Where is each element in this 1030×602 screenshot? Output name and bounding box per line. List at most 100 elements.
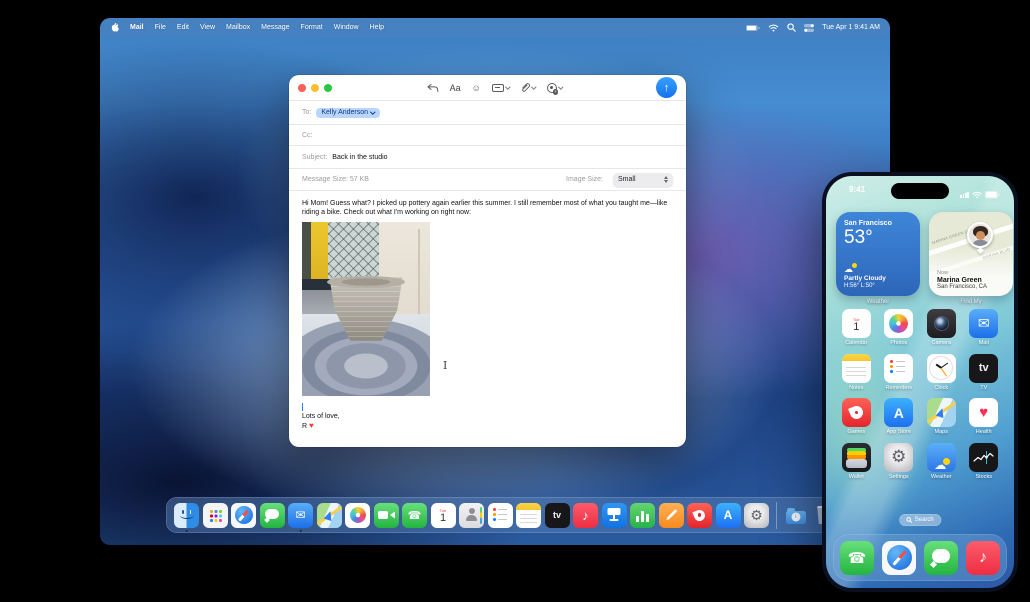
open-indicator-dot [299,529,302,532]
dock-pages-icon[interactable] [658,502,684,528]
apple-logo-icon[interactable] [110,22,119,33]
app-notes[interactable]: Notes [841,353,871,391]
menu-item-window[interactable]: Window [334,24,359,31]
undo-icon[interactable] [426,83,439,93]
app-clock[interactable]: Clock [926,353,956,391]
heart-emoji: ♥ [309,420,314,430]
attach-file-button[interactable] [520,82,537,93]
subject-label: Subject: [302,153,328,161]
app-mail[interactable]: ✉ Mail [969,309,999,346]
dock-settings-icon[interactable]: ⚙ [744,502,769,528]
menu-item-mail[interactable]: Mail [130,24,144,31]
recipient-name: Kelly Anderson [321,109,369,116]
cc-field-row[interactable]: Cc: [289,124,686,145]
image-size-select[interactable]: Small [613,172,673,187]
cc-label: Cc: [302,131,313,139]
app-games[interactable]: Games [841,398,871,435]
dock-notes-icon[interactable] [516,502,541,528]
menu-item-message[interactable]: Message [261,24,289,31]
image-size-value: Small [618,176,636,183]
app-settings[interactable]: ⚙ Settings [884,442,914,480]
screenshot-canvas: Mail File Edit View Mailbox Message Form… [0,0,1030,602]
menu-bar: Mail File Edit View Mailbox Message Form… [100,18,890,37]
dock-contacts-icon[interactable] [459,502,484,528]
dynamic-island [891,183,949,199]
dock-tv-icon[interactable]: tv [544,502,570,528]
mail-compose-window: Aa ☺ ↑ To: Kelly Anderson [289,75,686,447]
menu-item-file[interactable]: File [155,24,166,31]
subject-field-row[interactable]: Subject: Back in the studio [289,145,686,168]
pottery-photo-attachment[interactable] [302,222,430,396]
dock-downloads-folder-icon[interactable] [783,503,808,528]
app-camera[interactable]: Camera [926,309,956,346]
dock-launchpad-icon[interactable] [202,502,228,528]
search-icon[interactable] [787,23,797,32]
dock: ✉ ☎ Tue 1 tv ♪ A ⚙ ↓ [166,497,842,533]
header-fields-button[interactable] [491,83,511,92]
battery-icon[interactable] [746,24,760,32]
dock-photos-icon[interactable] [345,502,370,528]
iphone-dock-messages-icon[interactable] [924,540,958,575]
cellular-signal-icon [960,192,969,198]
dock-safari-icon[interactable] [231,502,256,528]
wifi-icon [972,186,982,204]
iphone-dock-music-icon[interactable]: ♪ [966,540,1000,575]
app-appstore[interactable]: A App Store [884,398,914,435]
findmy-widget[interactable]: MARINA GREEN DR MARINA BLVD Now Marina G… [929,212,1013,296]
recipient-pill[interactable]: Kelly Anderson [316,107,380,118]
weather-widget[interactable]: San Francisco 53° ☁ Partly Cloudy H:56° … [836,212,920,296]
dock-separator [775,501,777,529]
minimize-window-button[interactable] [311,83,319,92]
dock-messages-icon[interactable] [259,502,285,528]
dock-games-icon[interactable] [687,502,712,528]
wifi-icon[interactable] [768,24,779,32]
text-insertion-caret [302,403,303,411]
insert-photo-button[interactable] [546,82,564,95]
battery-icon [985,186,1000,204]
iphone-screen: 9:41 San Francisco 53° ☁ Partly Cloudy H… [826,176,1014,588]
zoom-window-button[interactable] [324,83,332,92]
control-center-icon[interactable] [804,23,815,32]
home-search-pill[interactable]: Search [899,514,941,526]
app-wallet[interactable]: Wallet [841,442,871,480]
compose-toolbar: Aa ☺ ↑ [289,75,686,100]
dock-mail-icon[interactable]: ✉ [288,502,313,532]
menu-item-mailbox[interactable]: Mailbox [226,24,250,31]
menu-item-view[interactable]: View [200,24,215,31]
paperclip-icon [522,83,531,92]
dock-reminders-icon[interactable] [487,502,513,528]
dock-phone-icon[interactable]: ☎ [402,502,427,528]
message-body[interactable]: Hi Mom! Guess what? I picked up pottery … [289,190,686,430]
menu-item-edit[interactable]: Edit [177,24,189,31]
app-reminders[interactable]: Reminders [884,353,914,391]
iphone-dock-safari-icon[interactable] [882,540,916,575]
iphone-dock-phone-icon[interactable]: ☎ [840,540,874,575]
app-maps[interactable]: Maps [926,398,956,435]
dock-calendar-icon[interactable]: Tue 1 [430,502,456,528]
close-window-button[interactable] [298,83,306,92]
app-photos[interactable]: Photos [884,309,914,346]
dock-keynote-icon[interactable] [601,502,627,528]
app-tv[interactable]: tv TV [969,353,999,391]
app-calendar[interactable]: Tue 1 Calendar [841,309,871,346]
emoji-picker-icon[interactable]: ☺ [472,83,481,93]
app-stocks[interactable]: Stocks [969,442,999,480]
format-text-icon[interactable]: Aa [450,83,461,93]
app-weather[interactable]: ☁ Weather [926,442,956,480]
weather-city: San Francisco [844,220,892,227]
findmy-timestamp: Now [937,270,949,276]
menu-item-format[interactable]: Format [301,24,323,31]
dock-appstore-icon[interactable]: A [715,502,741,528]
menu-item-help[interactable]: Help [370,24,384,31]
select-updown-icon [664,176,668,183]
dock-finder-icon[interactable] [174,502,199,532]
app-health[interactable]: ♥ Health [969,398,999,435]
chevron-down-icon [370,109,376,114]
dock-numbers-icon[interactable] [630,502,655,528]
dock-facetime-icon[interactable] [373,502,399,528]
to-field-row[interactable]: To: Kelly Anderson [289,100,686,124]
dock-music-icon[interactable]: ♪ [573,502,598,528]
dock-maps-icon[interactable] [316,502,342,528]
send-button[interactable]: ↑ [656,77,677,98]
menu-bar-clock[interactable]: Tue Apr 1 9:41 AM [822,24,880,31]
